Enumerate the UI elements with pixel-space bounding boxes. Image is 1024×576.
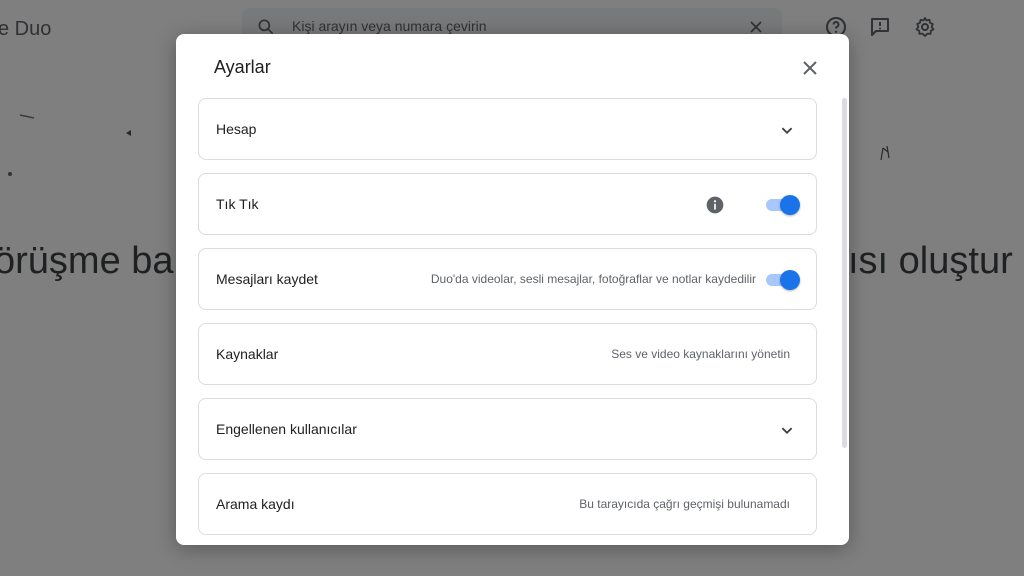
chevron-down-icon[interactable] [776, 119, 798, 141]
info-icon[interactable] [705, 195, 725, 215]
row-label: Arama kaydı [216, 496, 295, 512]
row-label: Mesajları kaydet [216, 271, 318, 287]
row-description: Ses ve video kaynaklarını yönetin [611, 347, 790, 361]
toggle-knob [780, 195, 800, 215]
settings-dialog: Ayarlar Hesap Tık Tık Mesajları kaydet D… [176, 34, 849, 545]
settings-row-account[interactable]: Hesap [198, 98, 817, 160]
close-icon[interactable] [798, 56, 822, 80]
settings-row-blocked-users[interactable]: Engellenen kullanıcılar [198, 398, 817, 460]
row-label: Engellenen kullanıcılar [216, 421, 357, 437]
row-label: Kaynaklar [216, 346, 279, 362]
dialog-title: Ayarlar [214, 57, 271, 77]
row-label: Hesap [216, 121, 257, 137]
settings-row-save-messages: Mesajları kaydet Duo'da videolar, sesli … [198, 248, 817, 310]
settings-row-sources[interactable]: Kaynaklar Ses ve video kaynaklarını yöne… [198, 323, 817, 385]
duo-page: e Duo Kişi arayın veya numara çevirin [0, 0, 1024, 576]
knock-knock-toggle[interactable] [764, 195, 800, 215]
chevron-down-icon[interactable] [776, 419, 798, 441]
save-messages-toggle[interactable] [764, 270, 800, 290]
toggle-knob [780, 270, 800, 290]
row-label: Tık Tık [216, 196, 259, 212]
settings-row-knock-knock: Tık Tık [198, 173, 817, 235]
row-description: Bu tarayıcıda çağrı geçmişi bulunamadı [579, 497, 790, 511]
scrollbar[interactable] [842, 98, 847, 448]
row-description: Duo'da videolar, sesli mesajlar, fotoğra… [430, 272, 756, 286]
settings-row-call-history: Arama kaydı Bu tarayıcıda çağrı geçmişi … [198, 473, 817, 535]
